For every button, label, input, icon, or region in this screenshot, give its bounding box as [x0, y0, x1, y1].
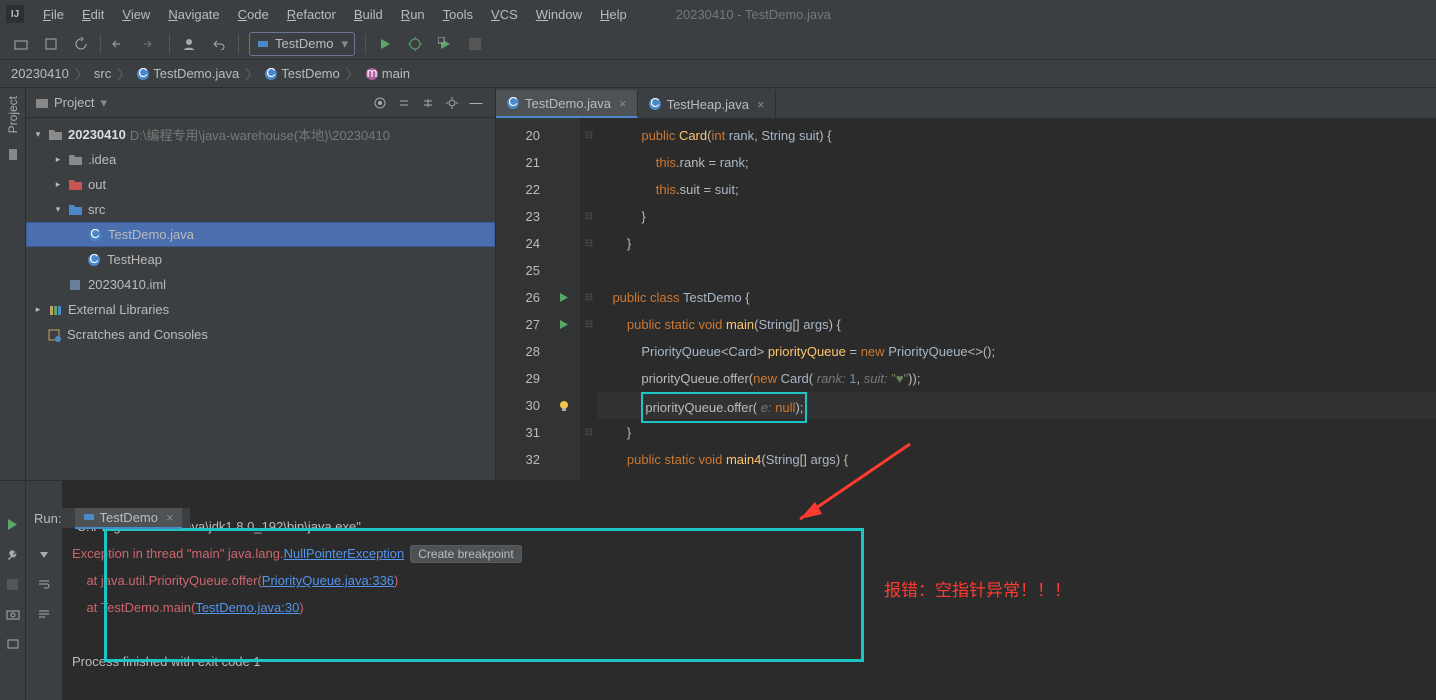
menu-file[interactable]: File — [34, 3, 73, 26]
open-icon[interactable] — [8, 31, 34, 57]
menu-help[interactable]: Help — [591, 3, 636, 26]
menu-code[interactable]: Code — [229, 3, 278, 26]
run-tool-header: Run: TestDemo × — [26, 508, 190, 528]
menubar: IJ FileEditViewNavigateCodeRefactorBuild… — [0, 0, 1436, 28]
run-panel: "C:\Program Files\Java\jdk1.8.0_192\bin\… — [0, 480, 1436, 700]
crumb-TestDemo[interactable]: CTestDemo — [261, 66, 343, 81]
svg-text:C: C — [267, 67, 276, 80]
back-icon[interactable] — [107, 31, 133, 57]
tree-root[interactable]: ▾20230410 D:\编程专用\java-warehouse(本地)\202… — [26, 122, 495, 147]
sync-icon[interactable] — [68, 31, 94, 57]
tree-20230410.iml[interactable]: 20230410.iml — [26, 272, 495, 297]
bookmarks-icon[interactable] — [6, 147, 20, 161]
run-tab-label[interactable]: TestDemo — [99, 510, 158, 525]
save-all-icon[interactable] — [38, 31, 64, 57]
run-panel-gutter — [0, 481, 26, 700]
project-tool-button[interactable]: Project — [4, 88, 22, 141]
collapse-all-icon[interactable] — [417, 92, 439, 114]
select-opened-file-icon[interactable] — [369, 92, 391, 114]
menu-run[interactable]: Run — [392, 3, 434, 26]
crumb-TestDemo.java[interactable]: CTestDemo.java — [133, 66, 242, 81]
undo-icon[interactable] — [206, 31, 232, 57]
svg-text:m: m — [366, 67, 377, 80]
printer-icon[interactable] — [6, 629, 20, 659]
run-label: Run: — [34, 511, 61, 526]
scroll-to-end-icon[interactable] — [37, 599, 51, 629]
menu-build[interactable]: Build — [345, 3, 392, 26]
run-config-label: TestDemo — [275, 36, 334, 51]
soft-wrap-icon[interactable] — [37, 569, 51, 599]
project-panel-header: Project ▾ — — [26, 88, 495, 118]
tree-.idea[interactable]: ▸.idea — [26, 147, 495, 172]
tree-src[interactable]: ▾src — [26, 197, 495, 222]
menu-refactor[interactable]: Refactor — [278, 3, 345, 26]
tree-TestDemo.java[interactable]: CTestDemo.java — [26, 222, 495, 247]
project-panel-title: Project — [54, 95, 94, 110]
menu-view[interactable]: View — [113, 3, 159, 26]
editor-tabbar: CTestDemo.java×CTestHeap.java× — [496, 88, 1436, 118]
crumb-main[interactable]: mmain — [362, 66, 413, 81]
svg-text:C: C — [139, 67, 148, 80]
stop-icon[interactable] — [462, 31, 488, 57]
project-panel: Project ▾ — ▾20230410 D:\编程专用\java-wareh… — [26, 88, 496, 480]
tree-out[interactable]: ▸out — [26, 172, 495, 197]
tree-external-libraries[interactable]: ▸External Libraries — [26, 297, 495, 322]
close-icon[interactable]: × — [757, 97, 765, 112]
breadcrumb: 20230410〉src〉CTestDemo.java〉CTestDemo〉mm… — [0, 60, 1436, 88]
avatar-icon[interactable] — [176, 31, 202, 57]
code-area[interactable]: public Card(int rank, String suit) { thi… — [598, 118, 1436, 480]
menu-edit[interactable]: Edit — [73, 3, 113, 26]
left-tool-strip: Project — [0, 88, 26, 480]
create-breakpoint-button[interactable]: Create breakpoint — [410, 545, 521, 563]
close-icon[interactable]: × — [166, 510, 174, 525]
run-config-selector[interactable]: TestDemo ▾ — [249, 32, 355, 56]
crumb-20230410[interactable]: 20230410 — [8, 66, 72, 81]
svg-text:C: C — [89, 253, 98, 266]
forward-icon[interactable] — [137, 31, 163, 57]
hide-icon[interactable]: — — [465, 92, 487, 114]
console-output[interactable]: "C:\Program Files\Java\jdk1.8.0_192\bin\… — [62, 481, 1436, 700]
expand-all-icon[interactable] — [393, 92, 415, 114]
line-number-gutter[interactable]: 20212223242526272829303132 — [496, 118, 548, 480]
stop-run-icon[interactable] — [7, 569, 18, 599]
down-icon[interactable] — [38, 539, 50, 569]
debug-icon[interactable] — [402, 31, 428, 57]
tree-TestHeap[interactable]: CTestHeap — [26, 247, 495, 272]
wrench-icon[interactable] — [6, 539, 20, 569]
editor: CTestDemo.java×CTestHeap.java× 202122232… — [496, 88, 1436, 480]
toolbar: TestDemo ▾ — [0, 28, 1436, 60]
svg-text:C: C — [650, 97, 659, 110]
crumb-src[interactable]: src — [91, 66, 114, 81]
run-gutter[interactable] — [548, 118, 580, 480]
project-tree[interactable]: ▾20230410 D:\编程专用\java-warehouse(本地)\202… — [26, 118, 495, 351]
annotation-text: 报错：空指针异常！！！ — [884, 576, 1071, 601]
tree-scratches[interactable]: Scratches and Consoles — [26, 322, 495, 347]
run-icon[interactable] — [372, 31, 398, 57]
menu-vcs[interactable]: VCS — [482, 3, 527, 26]
tab-TestDemo.java[interactable]: CTestDemo.java× — [496, 90, 638, 118]
svg-text:C: C — [508, 96, 517, 109]
menu-window[interactable]: Window — [527, 3, 591, 26]
camera-icon[interactable] — [6, 599, 20, 629]
menu-tools[interactable]: Tools — [434, 3, 482, 26]
close-icon[interactable]: × — [619, 96, 627, 111]
coverage-icon[interactable] — [432, 31, 458, 57]
app-icon: IJ — [6, 5, 24, 23]
window-title: 20230410 - TestDemo.java — [676, 7, 831, 22]
svg-text:C: C — [90, 228, 99, 241]
menu-navigate[interactable]: Navigate — [159, 3, 228, 26]
settings-icon[interactable] — [441, 92, 463, 114]
rerun-icon[interactable] — [6, 509, 19, 539]
fold-gutter[interactable]: ⊟⊟⊟⊟⊟⊟ — [580, 118, 598, 480]
tab-TestHeap.java[interactable]: CTestHeap.java× — [638, 90, 776, 118]
